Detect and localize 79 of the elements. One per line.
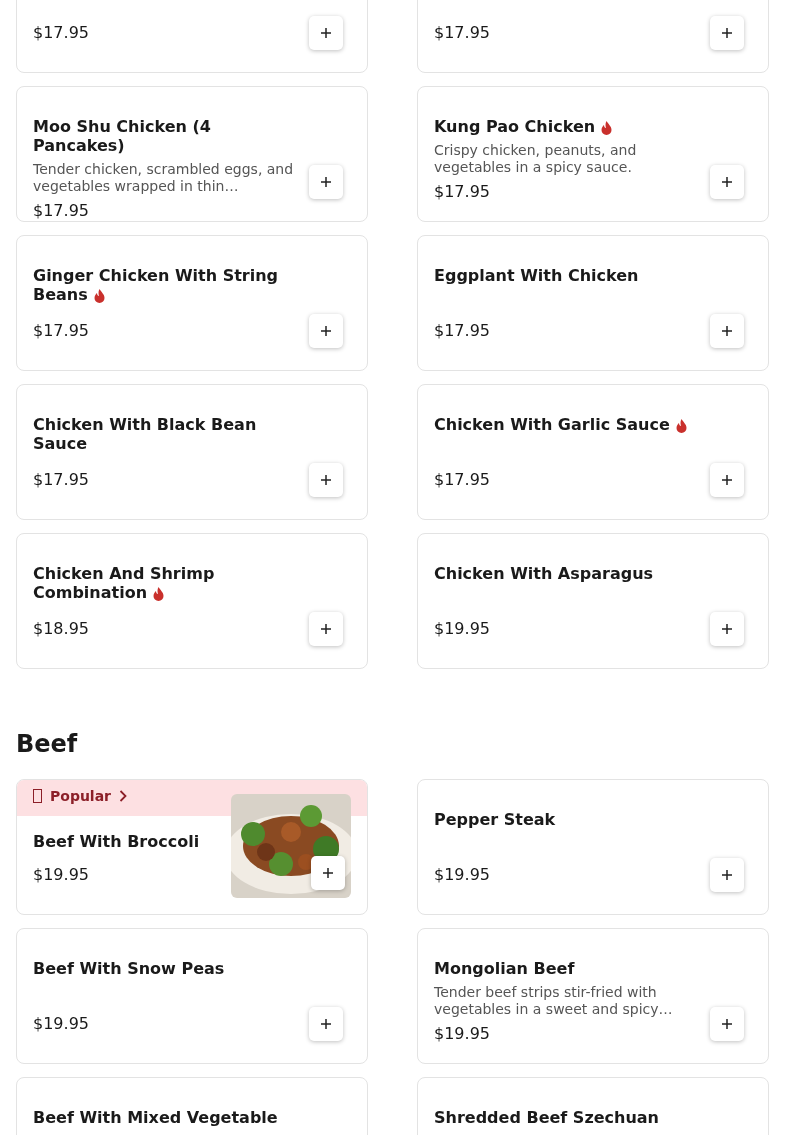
add-button[interactable] [710,612,744,646]
add-button[interactable] [309,612,343,646]
item-price: $17.95 [33,200,90,220]
item-description: Tender beef strips stir-fried with vegetables in a sweet and spicy… [434,984,674,1018]
menu-item-card[interactable]: Eggplant With Chicken $17.95 [417,235,769,371]
menu-item-card[interactable]: Chicken With Asparagus $19.95 [417,533,769,669]
popular-label: Popular [50,788,112,804]
item-name: Beef With Broccoli [33,832,201,851]
item-price: $18.95 [33,618,90,638]
menu-item-card[interactable]: Mongolian Beef Tender beef strips stir-fried with vegetables in a sweet and spicy… $19.95 [417,928,769,1064]
item-price: $19.95 [434,618,491,638]
item-name: Pepper Steak [434,810,557,829]
plus-icon [722,870,732,880]
menu-item-card[interactable]: Ginger Chicken With String Beans $17.95 [16,235,368,371]
menu-item-card[interactable]: $17.95 [417,0,769,73]
plus-icon [722,28,732,38]
plus-icon [722,475,732,485]
chevron-right-icon [119,790,128,802]
menu-item-card[interactable]: Moo Shu Chicken (4 Pancakes) Tender chicken, scrambled eggs, and vegetables wrapped in thin… $17.95 [16,86,368,222]
menu-item-card[interactable]: Chicken With Garlic Sauce $17.95 [417,384,769,520]
plus-icon [722,326,732,336]
item-price: $19.95 [33,864,90,884]
plus-icon [722,1019,732,1029]
item-price: $17.95 [33,320,90,340]
item-price: $17.95 [33,22,90,42]
section-heading: Beef [16,729,79,759]
item-price: $17.95 [434,22,491,42]
menu-item-card[interactable]: Beef With Snow Peas $19.95 [16,928,368,1064]
plus-icon [722,624,732,634]
item-price: $17.95 [33,469,90,489]
plus-icon [323,868,333,878]
plus-icon [321,475,331,485]
plus-icon [321,624,331,634]
item-name: Beef With Snow Peas [33,959,226,978]
item-name: Mongolian Beef [434,959,576,978]
menu-item-card[interactable]: Popular Beef With Broccoli $19.95 [16,779,368,915]
add-button[interactable] [710,165,744,199]
item-name: Chicken With Black Bean Sauce [33,415,258,453]
menu-item-card[interactable]: Kung Pao Chicken Crispy chicken, peanuts, and vegetables in a spicy sauce. $17.95 [417,86,769,222]
missing-glyph-icon [33,789,42,803]
add-button[interactable] [710,463,744,497]
item-price: $17.95 [434,181,491,201]
plus-icon [321,1019,331,1029]
add-button[interactable] [309,165,343,199]
menu-item-card[interactable]: $17.95 [16,0,368,73]
plus-icon [321,326,331,336]
item-price: $19.95 [434,864,491,884]
add-button[interactable] [710,858,744,892]
item-price: $19.95 [33,1013,90,1033]
item-name: Beef With Mixed Vegetable [33,1108,279,1127]
add-button[interactable] [311,856,345,890]
item-description: Tender chicken, scrambled eggs, and vegetables wrapped in thin… [33,161,295,195]
item-name: Shredded Beef Szechuan [434,1108,660,1127]
add-button[interactable] [309,463,343,497]
item-price: $17.95 [434,320,491,340]
add-button[interactable] [309,1007,343,1041]
menu-item-card[interactable]: Chicken And Shrimp Combination $18.95 [16,533,368,669]
item-name: Moo Shu Chicken (4 Pancakes) [33,117,212,155]
add-button[interactable] [710,314,744,348]
menu-item-card[interactable]: Shredded Beef Szechuan [417,1077,769,1135]
plus-icon [321,28,331,38]
item-name: Eggplant With Chicken [434,266,640,285]
add-button[interactable] [710,16,744,50]
menu-item-card[interactable]: Chicken With Black Bean Sauce $17.95 [16,384,368,520]
plus-icon [321,177,331,187]
item-name: Chicken With Asparagus [434,564,655,583]
add-button[interactable] [309,314,343,348]
plus-icon [722,177,732,187]
item-name: Chicken With Garlic Sauce [434,415,699,434]
menu-item-card[interactable]: Beef With Mixed Vegetable [16,1077,368,1135]
item-name: Kung Pao Chicken [434,117,699,136]
item-description: Crispy chicken, peanuts, and vegetables in a spicy sauce. [434,142,638,176]
item-name: Ginger Chicken With String Beans [33,266,280,304]
menu-item-card[interactable]: Pepper Steak $19.95 [417,779,769,915]
add-button[interactable] [710,1007,744,1041]
add-button[interactable] [309,16,343,50]
item-price: $17.95 [434,469,491,489]
item-name: Chicken And Shrimp Combination [33,564,216,602]
item-price: $19.95 [434,1023,491,1043]
